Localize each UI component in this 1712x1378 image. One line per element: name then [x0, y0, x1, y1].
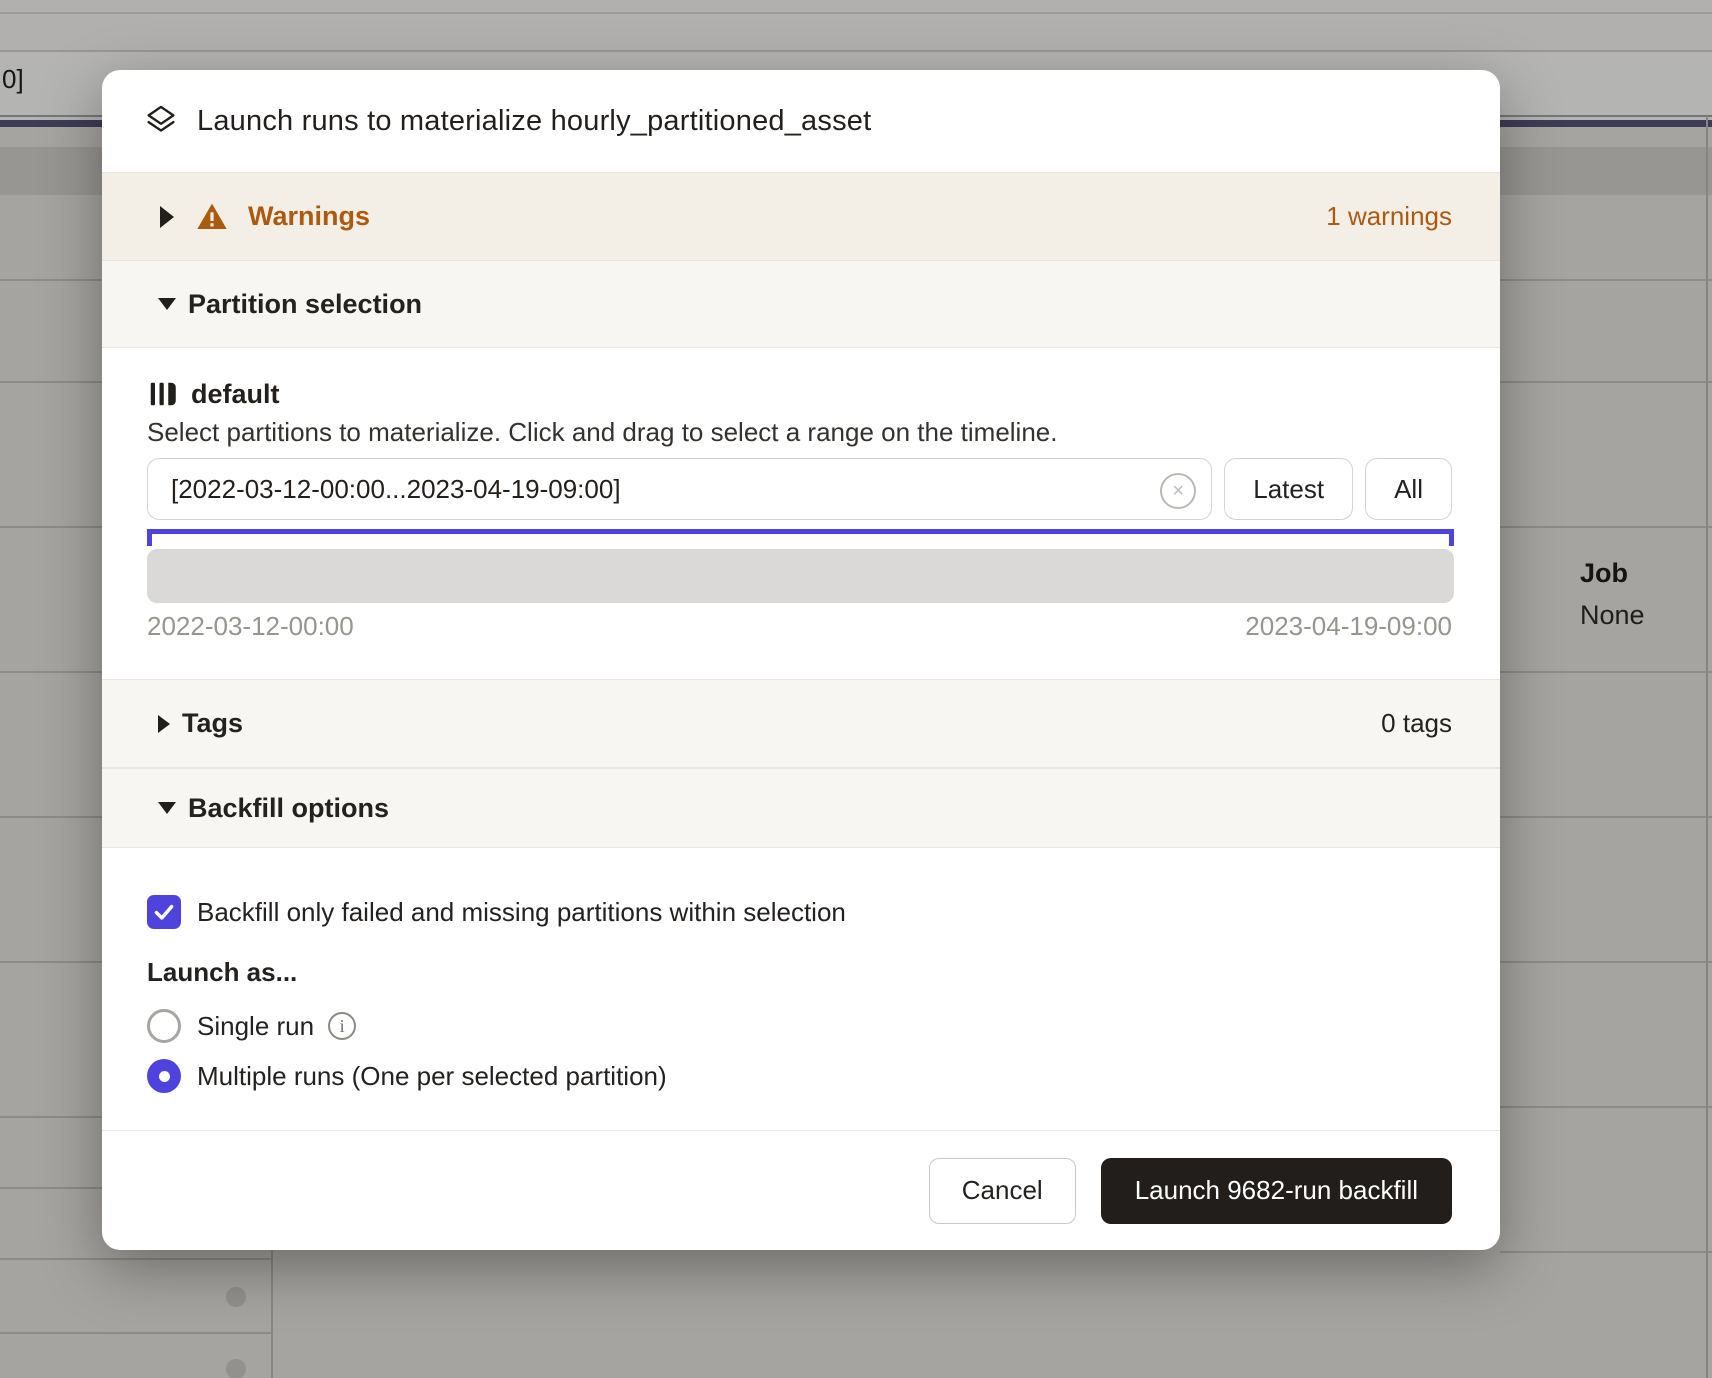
- partition-selection-label: Partition selection: [188, 289, 422, 320]
- single-run-option: Single run i: [102, 1006, 1500, 1046]
- partition-range-input-wrap: ×: [147, 458, 1212, 520]
- backfill-options-label: Backfill options: [188, 793, 389, 824]
- chevron-down-icon: [158, 802, 176, 814]
- radio-unselected[interactable]: [147, 1009, 181, 1043]
- multiple-runs-label: Multiple runs (One per selected partitio…: [197, 1061, 667, 1092]
- radio-selected[interactable]: [147, 1059, 181, 1093]
- chevron-right-icon: [160, 206, 174, 228]
- backfill-failed-missing-row: Backfill only failed and missing partiti…: [102, 892, 1500, 932]
- warnings-label: Warnings: [248, 201, 370, 232]
- partition-help-text: Select partitions to materialize. Click …: [102, 414, 1500, 450]
- warning-triangle-icon: [196, 202, 228, 232]
- radio-dot: [159, 1071, 170, 1082]
- selection-range-tick-start: [147, 534, 152, 546]
- tags-section-header[interactable]: Tags 0 tags: [102, 679, 1500, 768]
- screen: 0] Job None Launch run: [0, 0, 1712, 1378]
- partition-range-row: × Latest All: [102, 458, 1500, 520]
- dialog-footer: Cancel Launch 9682-run backfill: [102, 1130, 1500, 1250]
- tags-count: 0 tags: [1381, 708, 1452, 739]
- info-icon[interactable]: i: [328, 1012, 356, 1040]
- checkbox-label: Backfill only failed and missing partiti…: [197, 897, 846, 928]
- latest-button[interactable]: Latest: [1224, 458, 1353, 520]
- chevron-right-icon: [158, 715, 170, 733]
- chevron-down-icon: [158, 298, 176, 310]
- multiple-runs-option: Multiple runs (One per selected partitio…: [102, 1056, 1500, 1096]
- asset-layers-icon: [143, 103, 179, 139]
- partition-dimension-row: default: [102, 376, 1500, 412]
- all-button[interactable]: All: [1365, 458, 1452, 520]
- partition-dimension-name: default: [191, 379, 280, 410]
- warnings-section-header[interactable]: Warnings 1 warnings: [102, 172, 1500, 260]
- partition-set-icon: [147, 379, 177, 409]
- tags-label: Tags: [182, 708, 243, 739]
- timeline-date-labels: 2022-03-12-00:00 2023-04-19-09:00: [102, 610, 1500, 642]
- dialog-title: Launch runs to materialize hourly_partit…: [197, 105, 871, 138]
- launch-backfill-dialog: Launch runs to materialize hourly_partit…: [102, 70, 1500, 1250]
- partition-range-input[interactable]: [147, 458, 1212, 520]
- dialog-header: Launch runs to materialize hourly_partit…: [102, 70, 1500, 172]
- partition-selection-section-header[interactable]: Partition selection: [102, 260, 1500, 348]
- selection-range-bracket: [147, 529, 1454, 547]
- timeline-end-label: 2023-04-19-09:00: [1245, 611, 1452, 642]
- timeline-start-label: 2022-03-12-00:00: [147, 611, 354, 642]
- cancel-button[interactable]: Cancel: [929, 1158, 1076, 1224]
- partition-timeline-bar[interactable]: [147, 549, 1454, 603]
- checkbox-checked[interactable]: [147, 895, 181, 929]
- backfill-options-section-header[interactable]: Backfill options: [102, 768, 1500, 848]
- clear-input-icon[interactable]: ×: [1160, 473, 1196, 509]
- single-run-label: Single run: [197, 1011, 314, 1042]
- selection-range-line: [147, 529, 1454, 534]
- launch-backfill-button[interactable]: Launch 9682-run backfill: [1101, 1158, 1452, 1224]
- launch-as-label: Launch as...: [102, 954, 1500, 990]
- selection-range-tick-end: [1449, 534, 1454, 546]
- warnings-count: 1 warnings: [1326, 201, 1452, 232]
